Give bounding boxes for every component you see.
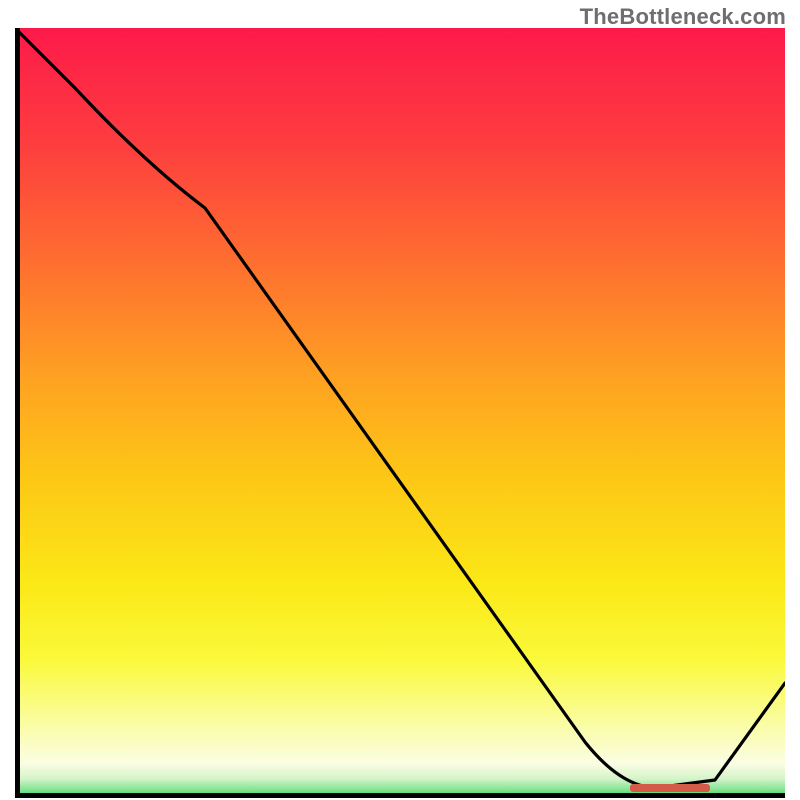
figure-root: TheBottleneck.com: [0, 0, 800, 800]
y-axis-line: [15, 28, 20, 798]
attribution-text: TheBottleneck.com: [580, 4, 786, 30]
bottleneck-curve: [15, 28, 785, 798]
curve-path: [15, 28, 785, 788]
plot-area: [15, 28, 785, 798]
optimal-range-marker: [630, 784, 710, 792]
x-axis-line: [15, 793, 785, 798]
